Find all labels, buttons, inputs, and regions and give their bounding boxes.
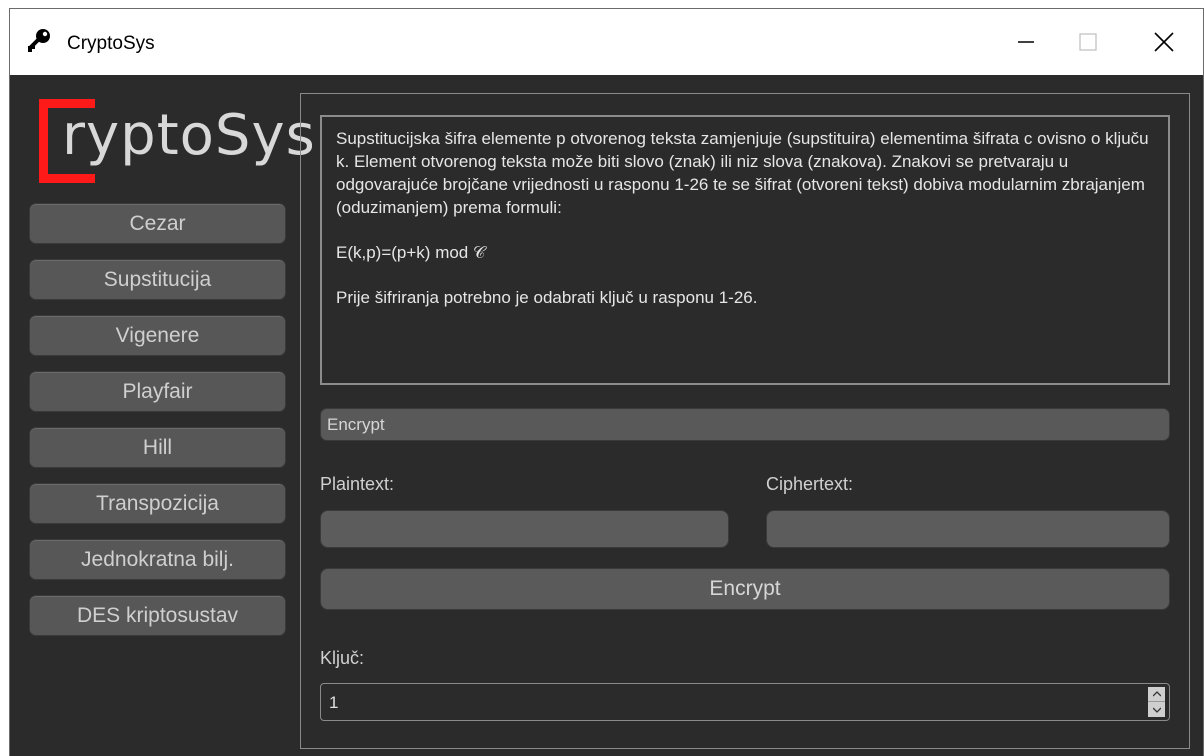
title-bar: CryptoSys	[10, 9, 1203, 75]
formula-text: E(k,p)=(p+k) mod 𝒞	[336, 243, 486, 262]
ciphertext-field[interactable]	[766, 510, 1170, 548]
key-icon	[28, 29, 50, 52]
maximize-button[interactable]	[1058, 9, 1118, 75]
sidebar-item-vigenere[interactable]: Vigenere	[29, 315, 286, 356]
sidebar-item-playfair[interactable]: Playfair	[29, 371, 286, 412]
cipher-panel: Supstitucijska šifra elemente p otvoreno…	[300, 93, 1190, 749]
close-button[interactable]	[1134, 9, 1194, 75]
spin-up-button[interactable]	[1148, 687, 1165, 702]
logo-bracket	[39, 99, 48, 183]
sidebar-item-jednokratna[interactable]: Jednokratna bilj.	[29, 539, 286, 580]
mode-dropdown[interactable]: Encrypt	[320, 408, 1170, 441]
spin-arrows	[1148, 687, 1165, 717]
minimize-icon	[1018, 41, 1034, 43]
description-paragraph: Supstitucijska šifra elemente p otvoreno…	[336, 129, 1149, 217]
maximize-icon	[1079, 33, 1097, 51]
sidebar-item-supstitucija[interactable]: Supstitucija	[29, 259, 286, 300]
sidebar-item-des[interactable]: DES kriptosustav	[29, 595, 286, 636]
ciphertext-label: Ciphertext:	[766, 474, 854, 494]
key-spinbox[interactable]: 1	[320, 683, 1170, 721]
sidebar-item-transpozicija[interactable]: Transpozicija	[29, 483, 286, 524]
client-area: ryptoSys Cezar Supstitucija Vigenere Pla…	[10, 75, 1203, 756]
chevron-up-icon	[1152, 691, 1161, 697]
description-box[interactable]: Supstitucijska šifra elemente p otvoreno…	[320, 115, 1170, 385]
sidebar-item-hill[interactable]: Hill	[29, 427, 286, 468]
minimize-button[interactable]	[996, 9, 1056, 75]
chevron-down-icon	[1152, 707, 1161, 713]
close-icon	[1154, 32, 1174, 52]
logo-bracket	[39, 174, 95, 183]
spin-down-button[interactable]	[1148, 702, 1165, 717]
encrypt-button[interactable]: Encrypt	[320, 568, 1170, 610]
window-title: CryptoSys	[67, 33, 155, 54]
app-logo: ryptoSys	[26, 91, 315, 191]
logo-text: ryptoSys	[62, 103, 316, 168]
sidebar-item-cezar[interactable]: Cezar	[29, 203, 286, 244]
key-label: Ključ:	[320, 648, 365, 668]
plaintext-field[interactable]	[320, 510, 729, 548]
description-note: Prije šifriranja potrebno je odabrati kl…	[336, 288, 758, 307]
app-window: CryptoSys ryptoSys Cezar Supstitucija Vi…	[9, 8, 1204, 756]
plaintext-label: Plaintext:	[320, 474, 395, 494]
key-value: 1	[329, 693, 339, 712]
